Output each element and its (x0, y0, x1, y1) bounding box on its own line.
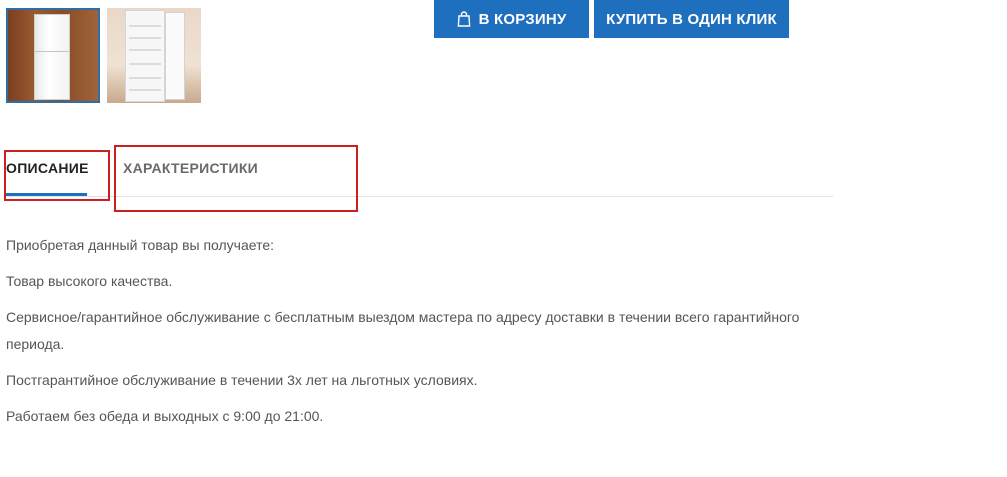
highlight-box-description (4, 150, 110, 201)
description-paragraph: Приобретая данный товар вы получаете: (6, 237, 275, 253)
highlight-box-characteristics (114, 145, 358, 212)
description-paragraph: Работаем без обеда и выходных с 9:00 до … (6, 408, 324, 424)
add-to-cart-button[interactable]: В КОРЗИНУ (434, 0, 589, 38)
description-content: Приобретая данный товар вы получаете: То… (6, 232, 826, 439)
description-paragraph: Сервисное/гарантийное обслуживание с бес… (6, 309, 800, 352)
description-paragraph: Постгарантийное обслуживание в течении 3… (6, 372, 478, 388)
product-thumbnail-1[interactable] (6, 8, 100, 103)
fridge-open-image (125, 10, 165, 102)
description-paragraph: Товар высокого качества. (6, 273, 173, 289)
add-to-cart-label: В КОРЗИНУ (478, 10, 567, 28)
product-thumbnail-2[interactable] (107, 8, 201, 103)
shopping-bag-icon (457, 11, 470, 27)
fridge-closed-image (34, 14, 70, 100)
fridge-door-image (165, 12, 185, 100)
buy-one-click-button[interactable]: КУПИТЬ В ОДИН КЛИК (594, 0, 789, 38)
buy-one-click-label: КУПИТЬ В ОДИН КЛИК (606, 10, 777, 28)
